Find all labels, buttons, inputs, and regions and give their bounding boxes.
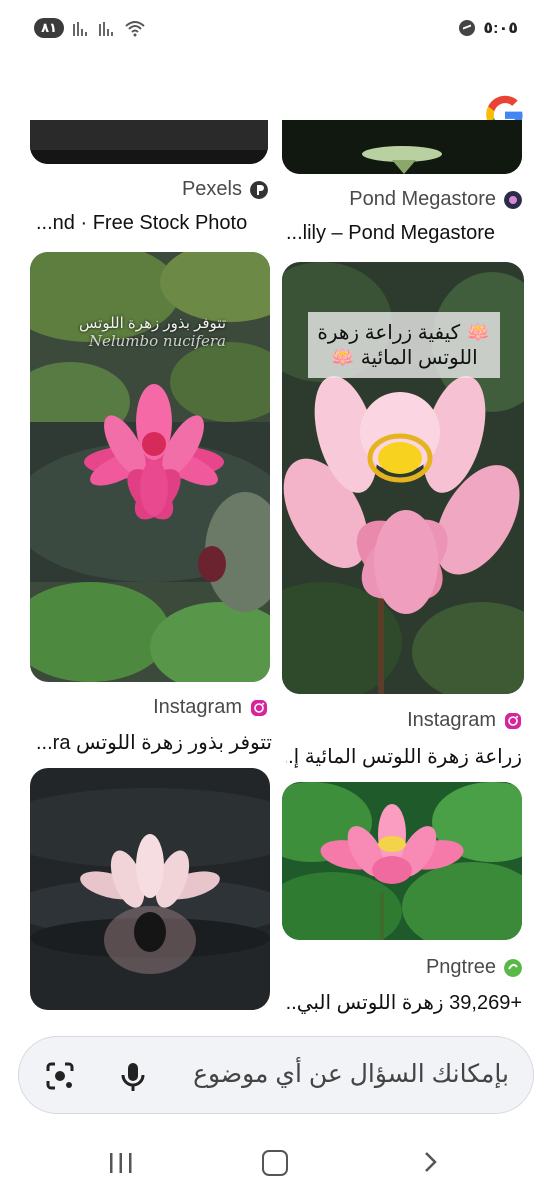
result-title-instagram-1[interactable]: تتوفر بذور زهرة اللوتس ra... [36, 730, 272, 755]
status-left: ٨١ [34, 18, 146, 38]
lens-icon[interactable] [45, 1061, 75, 1091]
home-icon[interactable] [262, 1150, 288, 1176]
image-caption-line: Nelumbo nucifera [88, 332, 226, 350]
image-caption-line: تتوفر بذور زهرة اللوتس [79, 315, 226, 332]
source-label: Pond Megastore [349, 188, 496, 210]
pngtree-icon [504, 958, 522, 977]
dark-water-lotus-image [30, 768, 270, 1010]
lotus-leaves-image [282, 782, 522, 940]
result-source-pexels[interactable]: Pexels [28, 178, 268, 201]
result-image-pond-art [282, 120, 522, 174]
instagram-icon [505, 712, 521, 729]
result-source-instagram-1[interactable]: Instagram [28, 696, 268, 719]
result-title-pond[interactable]: ...lily – Pond Megastore [286, 222, 522, 245]
status-right: ٥:٠٥ [459, 18, 518, 38]
image-caption-line: 🪷 كيفية زراعة زهرة [317, 322, 491, 344]
result-title-pexels[interactable]: ...nd · Free Stock Photo [36, 212, 272, 235]
image-caption: تتوفر بذور زهرة اللوتس Nelumbo nucifera [79, 314, 226, 350]
instagram-icon [251, 699, 267, 716]
clock: ٥:٠٥ [483, 20, 518, 37]
result-source-instagram-2[interactable]: Instagram [282, 709, 522, 732]
ask-anything-bar[interactable]: بإمكانك السؤال عن أي موضوع [18, 1036, 534, 1114]
result-image-instagram-1[interactable]: تتوفر بذور زهرة اللوتس Nelumbo nucifera [30, 252, 270, 682]
result-image-pond[interactable] [282, 120, 522, 174]
image-caption-line: اللوتس المائية 🪷 [330, 347, 478, 369]
result-image-dark-lotus[interactable] [30, 768, 270, 1010]
source-label: Pexels [181, 178, 242, 200]
source-label: Instagram [153, 696, 242, 718]
pexels-icon [250, 180, 268, 199]
search-placeholder: بإمكانك السؤال عن أي موضوع [193, 1060, 509, 1088]
result-source-pond[interactable]: Pond Megastore [282, 188, 522, 211]
result-title-instagram-2[interactable]: زراعة زهرة اللوتس المائية إ... [286, 744, 522, 769]
result-image-instagram-2[interactable]: 🪷 كيفية زراعة زهرة اللوتس المائية 🪷 [282, 262, 524, 694]
messenger-icon [459, 20, 476, 36]
signal-icon [99, 22, 113, 36]
result-image-pexels[interactable] [30, 120, 268, 164]
phone-screen: ٨١ ٥:٠٥ Pexels ...nd · Free Stock Photo … [0, 0, 552, 1196]
recent-apps-icon[interactable] [108, 1152, 134, 1174]
source-label: Pngtree [425, 956, 496, 978]
result-source-pngtree[interactable]: Pngtree [282, 956, 522, 979]
source-label: Instagram [407, 709, 496, 731]
status-bar: ٨١ ٥:٠٥ [0, 0, 552, 60]
signal-icon [73, 22, 87, 36]
result-image-pngtree[interactable] [282, 782, 522, 940]
wifi-icon [125, 21, 145, 37]
system-nav-bar [0, 1128, 552, 1196]
mic-icon[interactable] [119, 1061, 147, 1093]
back-icon[interactable] [418, 1150, 442, 1174]
pond-megastore-icon [504, 190, 522, 209]
result-title-pngtree[interactable]: +39,269 زهرة اللوتس البي... [286, 990, 522, 1015]
result-image-pexels-art [30, 120, 268, 164]
image-caption-box: 🪷 كيفية زراعة زهرة اللوتس المائية 🪷 [308, 312, 500, 378]
battery-indicator: ٨١ [34, 18, 64, 38]
